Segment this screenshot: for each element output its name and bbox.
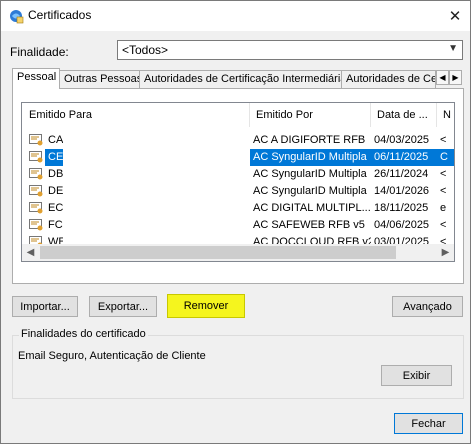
cell-emitido-por: AC DIGITAL MULTIPL... (253, 202, 371, 214)
table-row[interactable]: DE AC SyngularID Multipla 14/01/2026 < (22, 183, 454, 200)
tab-scroll-left-icon[interactable]: ◀ (436, 70, 449, 85)
certificate-icon (29, 168, 43, 180)
tab-autoridades-intermediarias[interactable]: Autoridades de Certificação Intermediári… (139, 70, 342, 88)
table-row[interactable]: DB AC SyngularID Multipla 26/11/2024 < (22, 166, 454, 183)
cell-emitido-para: CA (48, 134, 63, 146)
cell-emitido-por: AC A DIGIFORTE RFB (253, 134, 366, 146)
cell-n: e (440, 202, 447, 214)
importar-button[interactable]: Importar... (12, 296, 78, 317)
list-header: Emitido Para Emitido Por Data de ... N (22, 103, 454, 127)
certificate-icon (29, 134, 43, 146)
tab-autoridades-raiz[interactable]: Autoridades de Ce (341, 70, 436, 88)
tab-pessoal[interactable]: Pessoal (12, 68, 60, 89)
cell-data: 04/03/2025 (374, 134, 430, 146)
cell-emitido-por: AC SyngularID Multipla (250, 149, 371, 166)
close-icon[interactable]: ✕ (440, 1, 470, 31)
window-title: Certificados (28, 8, 92, 22)
cell-n: < (440, 134, 447, 146)
cell-emitido-para: CE (45, 149, 63, 166)
cell-n: < (440, 168, 447, 180)
cell-n: C (437, 149, 454, 166)
cell-data: 14/01/2026 (374, 185, 430, 197)
tab-panel-pessoal: Emitido Para Emitido Por Data de ... N C… (12, 88, 464, 284)
certificate-icon (29, 219, 43, 231)
certificate-icon (29, 202, 43, 214)
scroll-thumb[interactable] (40, 246, 396, 259)
cell-emitido-por: AC SAFEWEB RFB v5 (253, 219, 365, 231)
tab-outras-pessoas[interactable]: Outras Pessoas (59, 70, 140, 88)
cell-data: 26/11/2024 (374, 168, 429, 180)
certificate-manager-icon (10, 10, 24, 24)
cell-emitido-por: AC SyngularID Multipla (253, 168, 367, 180)
cell-emitido-para: DE (48, 185, 63, 197)
table-row[interactable]: CE AC SyngularID Multipla 06/11/2025 C (22, 149, 454, 166)
avancado-button[interactable]: Avançado (392, 296, 463, 317)
chevron-down-icon: ▼ (448, 43, 458, 54)
fechar-button[interactable]: Fechar (394, 413, 463, 434)
scroll-left-icon[interactable]: ◀ (22, 244, 39, 261)
table-row[interactable]: FC AC SAFEWEB RFB v5 04/06/2025 < (22, 217, 454, 234)
finalidades-group-title: Finalidades do certificado (19, 328, 148, 340)
column-emitido-para[interactable]: Emitido Para (22, 103, 250, 127)
column-data[interactable]: Data de ... (371, 103, 437, 127)
remover-button[interactable]: Remover (167, 294, 245, 318)
certificate-list[interactable]: Emitido Para Emitido Por Data de ... N C… (21, 102, 455, 262)
tab-scroll-right-icon[interactable]: ▶ (449, 70, 462, 85)
certificates-dialog: Certificados ✕ Finalidade: <Todos> ▼ Pes… (0, 0, 471, 444)
column-n[interactable]: N (437, 103, 454, 127)
cell-emitido-para: DB (48, 168, 63, 180)
tab-strip: Pessoal Outras Pessoas Autoridades de Ce… (12, 68, 464, 89)
cell-emitido-para: FC (48, 219, 63, 231)
scroll-right-icon[interactable]: ▶ (437, 244, 454, 261)
table-row[interactable]: CA AC A DIGIFORTE RFB 04/03/2025 < (22, 132, 454, 149)
cell-emitido-por: AC SyngularID Multipla (253, 185, 367, 197)
horizontal-scrollbar[interactable]: ◀ ▶ (22, 244, 454, 261)
certificate-icon (29, 151, 43, 163)
cell-data: 04/06/2025 (374, 219, 430, 231)
exportar-button[interactable]: Exportar... (89, 296, 157, 317)
finalidade-select[interactable]: <Todos> ▼ (117, 40, 463, 60)
finalidade-value: <Todos> (122, 43, 169, 57)
finalidades-text: Email Seguro, Autenticação de Cliente (18, 350, 206, 362)
certificate-icon (29, 185, 43, 197)
cell-n: < (440, 185, 447, 197)
cell-emitido-para: EC (48, 202, 63, 214)
title-bar[interactable]: Certificados ✕ (1, 1, 470, 31)
cell-data: 18/11/2025 (374, 202, 429, 214)
exibir-button[interactable]: Exibir (381, 365, 452, 386)
column-emitido-por[interactable]: Emitido Por (250, 103, 371, 127)
table-row[interactable]: EC AC DIGITAL MULTIPL... 18/11/2025 e (22, 200, 454, 217)
cell-data: 06/11/2025 (371, 149, 437, 166)
finalidade-label: Finalidade: (10, 45, 69, 59)
cell-n: < (440, 219, 447, 231)
